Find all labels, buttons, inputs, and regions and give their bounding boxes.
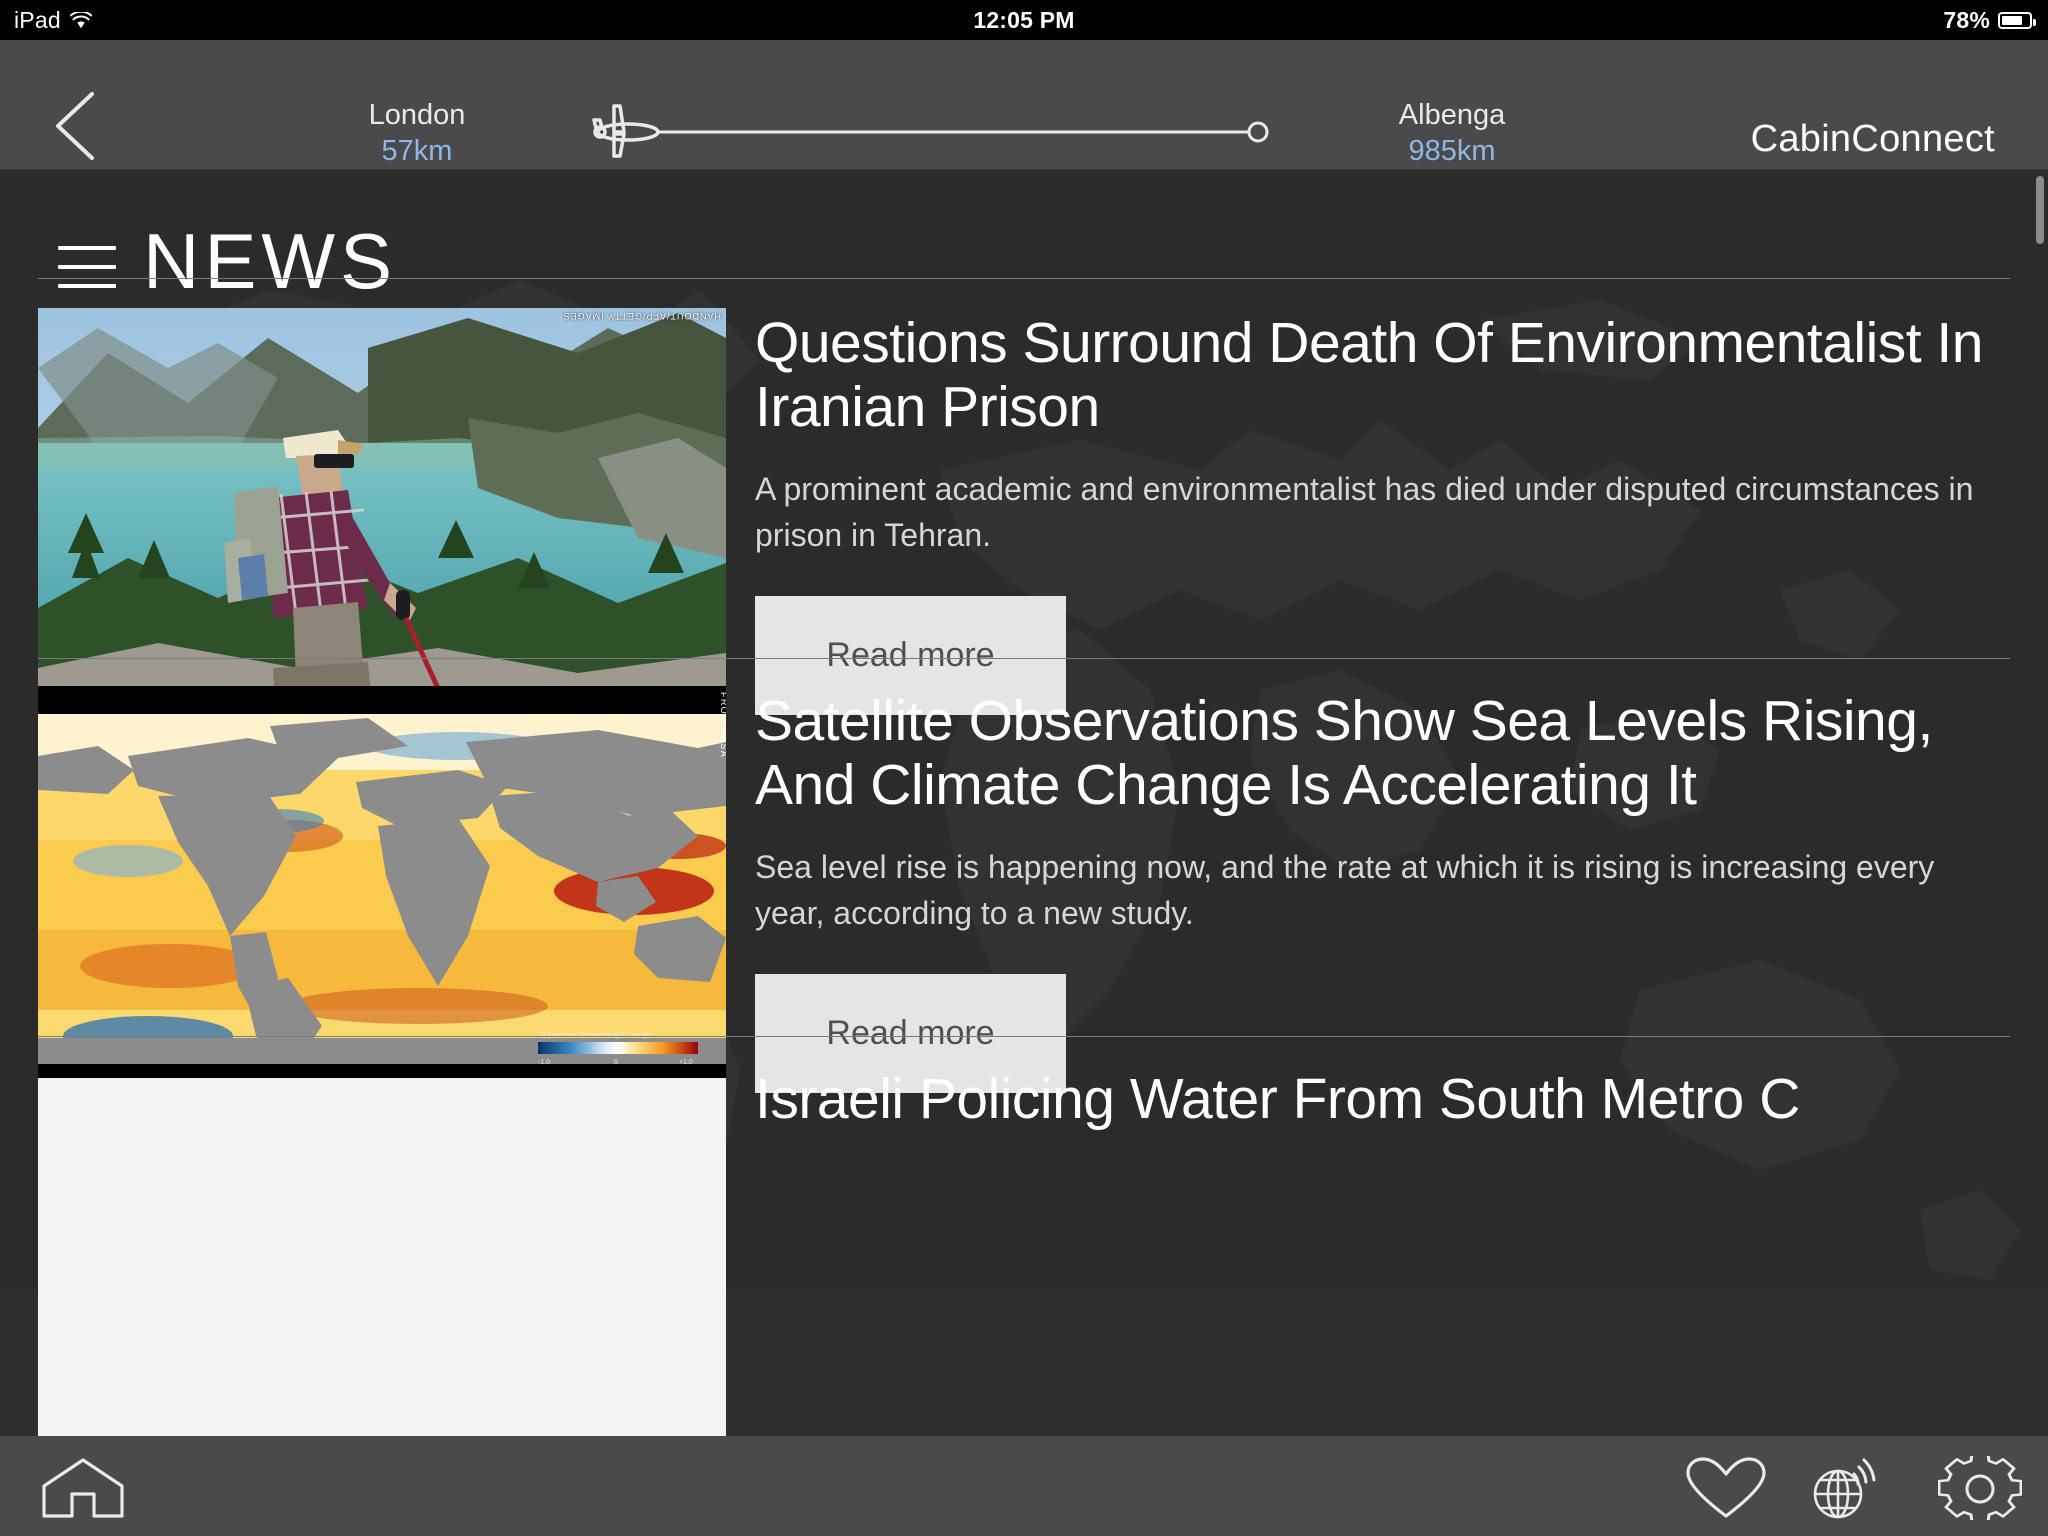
heart-icon[interactable] [1684,1456,1768,1520]
destination-city-name: Albenga [1322,98,1582,134]
article-3-text: Israeli Policing Water From South Metro … [755,1068,2010,1132]
scrollbar-thumb[interactable] [2036,176,2044,244]
article-3-thumbnail[interactable] [38,1064,726,1436]
news-content-area: NEWS [0,170,2048,1436]
origin-distance: 57km [287,134,547,170]
origin-city-name: London [287,98,547,134]
article-1-summary: A prominent academic and environmentalis… [755,466,2010,559]
flight-route-progress [580,102,1280,162]
article-3-headline: Israeli Policing Water From South Metro … [755,1068,2010,1132]
article-2-image-credit: FROM NASA [719,692,726,758]
third-article-thumbnail [38,1064,726,1436]
flight-header-bar: London 57km Albenga 985km CabinConnect [0,40,2048,170]
status-time: 12:05 PM [0,7,2048,34]
airplane-icon [594,106,658,156]
origin-city[interactable]: London 57km [287,98,547,170]
news-article-3[interactable]: Israeli Policing Water From South Metro … [0,1064,2048,1436]
battery-icon [1998,12,2032,29]
destination-distance: 985km [1322,134,1582,170]
home-icon[interactable] [38,1456,128,1520]
bottom-navigation-bar [0,1436,2048,1536]
vertical-scrollbar[interactable] [2036,176,2044,1426]
article-2-thumbnail[interactable]: 22-year Sea Surface Height Change -1.0 0… [38,686,726,1106]
globe-signal-icon[interactable] [1804,1456,1896,1520]
battery-percent-label: 78% [1943,7,1990,34]
divider-1 [38,658,2010,659]
news-article-2[interactable]: 22-year Sea Surface Height Change -1.0 0… [0,686,2048,1046]
hiker-photo: HANDOUT/AFP/GETTY IMAGES [38,308,726,728]
hamburger-menu-icon[interactable] [58,246,116,288]
status-right: 78% [1943,7,2032,34]
article-2-summary: Sea level rise is happening now, and the… [755,844,2010,937]
article-1-headline: Questions Surround Death Of Environmenta… [755,312,2010,440]
app-root: iPad 12:05 PM 78% London 57km [0,0,2048,1536]
divider-top [38,278,2010,279]
sea-surface-height-map: 22-year Sea Surface Height Change -1.0 0… [38,686,726,1106]
divider-2 [38,1036,2010,1037]
gear-icon[interactable] [1938,1456,2022,1520]
ios-status-bar: iPad 12:05 PM 78% [0,0,2048,40]
back-chevron-icon[interactable] [52,90,98,162]
article-2-text: Satellite Observations Show Sea Levels R… [755,690,2010,1093]
article-1-image-credit: HANDOUT/AFP/GETTY IMAGES [563,311,721,321]
destination-city[interactable]: Albenga 985km [1322,98,1582,170]
news-article-1[interactable]: HANDOUT/AFP/GETTY IMAGES Questions Surro… [0,308,2048,668]
app-brand-title: CabinConnect [1751,118,1995,161]
article-1-text: Questions Surround Death Of Environmenta… [755,312,2010,715]
article-2-headline: Satellite Observations Show Sea Levels R… [755,690,2010,818]
article-1-thumbnail[interactable]: HANDOUT/AFP/GETTY IMAGES [38,308,726,728]
page-title: NEWS [143,216,397,307]
